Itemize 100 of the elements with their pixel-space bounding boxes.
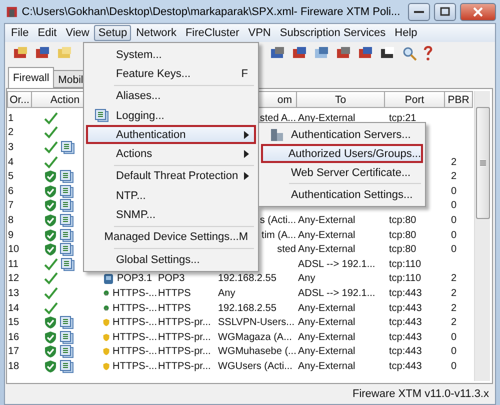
help-icon[interactable]: [423, 46, 433, 60]
search-icon[interactable]: [402, 46, 417, 60]
menu-item[interactable]: Logging...: [86, 106, 256, 126]
menu-bar-item[interactable]: Help: [390, 25, 422, 41]
tab[interactable]: Firewall: [8, 67, 54, 88]
menu-bar-item[interactable]: View: [62, 25, 94, 41]
column-header[interactable]: Or...: [7, 91, 32, 108]
table-cell: tcp:443: [389, 288, 422, 299]
menu-bar-item[interactable]: Setup: [94, 25, 132, 41]
minimize-button[interactable]: [408, 2, 430, 20]
table-cell: 0: [451, 346, 457, 358]
table-cell: 10: [8, 244, 20, 256]
menu-item[interactable]: Web Server Certificate...: [261, 163, 423, 182]
menu-bar-item[interactable]: Edit: [34, 25, 61, 41]
menu-bar-item[interactable]: Network: [132, 25, 180, 41]
table-cell: 2: [451, 302, 457, 314]
table-cell: POP3: [158, 273, 185, 284]
menu-item[interactable]: Authentication: [86, 125, 256, 144]
status-text: Fireware XTM v11.0-v11.3.x: [352, 388, 489, 400]
table-cell: tcp:443: [389, 346, 422, 358]
table-cell: HTTPS-...: [112, 360, 157, 372]
table-cell: HTTPS-...: [112, 302, 157, 314]
menu-item[interactable]: NTP...: [86, 186, 256, 206]
table-cell: Any-External: [298, 214, 356, 226]
table-cell: HTTPS-...: [112, 288, 157, 299]
table-cell: Any-External: [298, 230, 356, 241]
table-cell: Any-External: [298, 346, 356, 358]
table-cell: 17: [8, 346, 20, 358]
menu-item[interactable]: Authentication Settings...: [261, 185, 423, 204]
table-cell: sted: [277, 244, 296, 256]
table-cell: Any-External: [298, 112, 356, 124]
table-cell: 2: [451, 273, 457, 284]
table-cell: tcp:21: [389, 112, 416, 124]
table-cell: 2: [451, 171, 457, 182]
table-cell: HTTPS-...: [112, 317, 157, 328]
menu-item[interactable]: Feature Keys... F: [86, 64, 256, 84]
table-cell: tcp:110: [389, 258, 422, 270]
table-cell: tcp:443: [389, 302, 422, 314]
table-cell: ADSL --> 192.1...: [298, 258, 376, 270]
table-cell: 2: [451, 288, 457, 299]
table-cell: HTTPS-pr...: [158, 360, 211, 372]
table-cell: tcp:443: [389, 317, 422, 328]
table-cell: WGUsers (Acti...: [218, 360, 292, 372]
scrollbar[interactable]: [474, 91, 490, 381]
menu-item[interactable]: Global Settings...: [86, 250, 256, 270]
menu-item[interactable]: Managed Device Settings...M: [86, 228, 256, 247]
table-cell: 7: [8, 200, 14, 212]
table-cell: 192.168.2.55: [218, 273, 276, 284]
table-cell: 6: [8, 186, 14, 197]
table-cell: Any-External: [298, 332, 356, 343]
menu-bar-item[interactable]: FireCluster: [181, 25, 244, 41]
table-cell: 0: [451, 332, 457, 343]
table-cell: Any-External: [298, 317, 356, 328]
table-cell: tcp:443: [389, 332, 422, 343]
table-cell: 15: [8, 317, 20, 328]
menu-item[interactable]: Authentication Servers...: [261, 125, 423, 144]
table-cell: 16: [8, 332, 20, 343]
table-cell: ADSL --> 192.1...: [298, 288, 376, 299]
menu-item[interactable]: Authorized Users/Groups...: [261, 144, 423, 163]
table-cell: HTTPS: [158, 302, 191, 314]
column-header[interactable]: PBR: [445, 91, 473, 108]
column-header[interactable]: To: [297, 91, 385, 108]
table-cell: 12: [8, 273, 20, 284]
close-button[interactable]: [460, 2, 496, 20]
minimize-icon: [414, 10, 424, 14]
table-cell: tcp:80: [389, 230, 416, 241]
close-icon: [473, 6, 484, 16]
table-cell: 5: [8, 171, 14, 182]
column-header[interactable]: Port: [385, 91, 445, 108]
table-cell: 13: [8, 288, 20, 299]
table-cell: 1: [8, 112, 14, 124]
table-cell: HTTPS-...: [112, 332, 157, 343]
menu-bar-item[interactable]: File: [7, 25, 33, 41]
table-cell: 14: [8, 302, 20, 314]
table-cell: 4: [8, 156, 14, 168]
table-cell: 0: [451, 230, 457, 241]
table-cell: Any-External: [298, 244, 356, 256]
table-cell: SSLVPN-Users...: [218, 317, 294, 328]
table-cell: 2: [451, 156, 457, 168]
table-cell: tcp:80: [389, 244, 416, 256]
table-cell: 192.168.2.55: [218, 302, 276, 314]
table-cell: WGMagaza (A...: [218, 332, 292, 343]
menu-bar-item[interactable]: Subscription Services: [276, 25, 390, 41]
table-cell: 11: [8, 258, 18, 270]
menu-item[interactable]: SNMP...: [86, 205, 256, 225]
table-cell: Any: [298, 273, 316, 284]
table-cell: 0: [451, 244, 457, 256]
window-title: C:\Users\Gokhan\Desktop\Destop\markaparak\SPX.xml- Fireware XTM Poli...: [22, 6, 400, 18]
table-cell: 2: [8, 127, 14, 138]
table-cell: s (Acti...: [260, 214, 296, 226]
menu-item[interactable]: System...: [86, 45, 256, 64]
table-cell: 9: [8, 230, 14, 241]
menu-item[interactable]: Actions: [86, 144, 256, 164]
app-icon: [6, 4, 18, 18]
menu-item[interactable]: Default Threat Protection: [86, 166, 256, 186]
grip-icon: [480, 160, 486, 166]
table-cell: 0: [451, 200, 457, 212]
menu-bar-item[interactable]: VPN: [244, 25, 275, 41]
table-cell: 8: [8, 214, 14, 226]
maximize-button[interactable]: [434, 2, 456, 20]
